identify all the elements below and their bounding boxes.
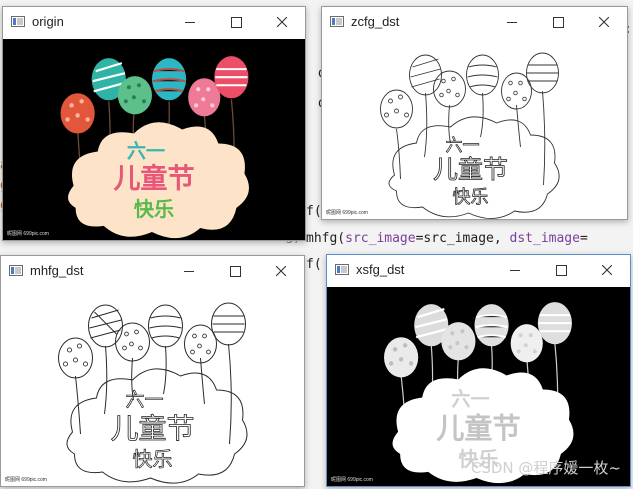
close-button[interactable] bbox=[584, 255, 630, 285]
window-title: mhfg_dst bbox=[30, 263, 84, 278]
title-bar[interactable]: mhfg_dst bbox=[1, 256, 304, 286]
art-line3: 快乐 bbox=[133, 447, 173, 471]
close-button[interactable] bbox=[259, 7, 305, 37]
close-icon bbox=[277, 17, 287, 27]
maximize-button[interactable] bbox=[535, 7, 581, 37]
image-watermark: 昵图网 699pic.com bbox=[7, 231, 49, 237]
window-title: zcfg_dst bbox=[351, 14, 400, 29]
app-icon bbox=[335, 264, 349, 275]
art-line3: 快乐 bbox=[134, 197, 174, 221]
minimize-button[interactable] bbox=[492, 255, 538, 285]
art-line1: 六一 bbox=[125, 389, 163, 411]
close-icon bbox=[276, 266, 286, 276]
art-line1: 六一 bbox=[446, 136, 480, 156]
balloon-mint bbox=[117, 76, 152, 115]
title-bar[interactable]: zcfg_dst bbox=[322, 7, 627, 37]
code-kw: dst_image bbox=[509, 231, 580, 246]
art-line3: 快乐 bbox=[453, 187, 489, 208]
close-icon bbox=[602, 265, 612, 275]
maximize-button[interactable] bbox=[538, 255, 584, 285]
background-code-fragment: f( bbox=[306, 257, 322, 272]
background-code-fragment: f( bbox=[306, 204, 322, 219]
app-icon bbox=[9, 265, 23, 276]
art-line2: 儿童节 bbox=[433, 155, 508, 184]
image-zcfg: 六一 儿童节 快乐 bbox=[324, 39, 625, 219]
close-button[interactable] bbox=[258, 256, 304, 286]
minimize-button[interactable] bbox=[166, 256, 212, 286]
window-title: origin bbox=[32, 14, 64, 29]
code-func: mhfg( bbox=[306, 231, 346, 246]
maximize-button[interactable] bbox=[213, 7, 259, 37]
image-mhfg: 六一 儿童节 快乐 bbox=[2, 288, 303, 486]
window-title: xsfg_dst bbox=[356, 262, 405, 277]
art-line2: 儿童节 bbox=[113, 163, 194, 195]
title-bar[interactable]: origin bbox=[3, 7, 305, 37]
close-icon bbox=[599, 17, 609, 27]
code-line: mhfg(src_image=src_image, dst_image= bbox=[306, 231, 588, 246]
art-line1: 六一 bbox=[127, 140, 165, 163]
app-icon bbox=[330, 16, 344, 27]
close-button[interactable] bbox=[581, 7, 627, 37]
maximize-button[interactable] bbox=[212, 256, 258, 286]
csdn-watermark: CSDN @程序媛一枚~ bbox=[470, 459, 621, 477]
app-icon bbox=[11, 16, 25, 27]
window-origin[interactable]: origin 六一 儿童节 快乐 昵图网 699pic.com bbox=[2, 6, 306, 241]
image-watermark: 昵图网 699pic.com bbox=[326, 210, 368, 216]
image-origin: 六一 儿童节 快乐 bbox=[3, 39, 305, 240]
image-watermark: 昵图网 699pic.com bbox=[331, 477, 373, 483]
window-mhfg[interactable]: mhfg_dst 六一 儿童节 快乐 昵图网 699pic.com bbox=[0, 255, 305, 487]
art-line2: 儿童节 bbox=[110, 412, 194, 445]
image-view: 六一 儿童节 快乐 昵图网 699pic.com bbox=[322, 39, 627, 219]
window-xsfg[interactable]: xsfg_dst 六一 儿童节 快乐 昵图网 699pic.com bbox=[326, 254, 631, 487]
title-bar[interactable]: xsfg_dst bbox=[327, 255, 630, 285]
art-line1: 六一 bbox=[451, 388, 489, 411]
minimize-button[interactable] bbox=[167, 7, 213, 37]
window-zcfg[interactable]: zcfg_dst 六一 儿童节 快乐 昵图网 699pic.com bbox=[321, 6, 628, 220]
minimize-button[interactable] bbox=[489, 7, 535, 37]
art-line2: 儿童节 bbox=[436, 412, 520, 445]
image-watermark: 昵图网 699pic.com bbox=[5, 477, 47, 483]
image-view: 六一 儿童节 快乐 昵图网 699pic.com bbox=[1, 288, 304, 486]
code-var: src_image bbox=[345, 231, 416, 246]
image-view: 六一 儿童节 快乐 昵图网 699pic.com bbox=[3, 39, 305, 240]
code-tail: = bbox=[579, 231, 588, 246]
code-mid: =src_image, bbox=[415, 231, 510, 246]
